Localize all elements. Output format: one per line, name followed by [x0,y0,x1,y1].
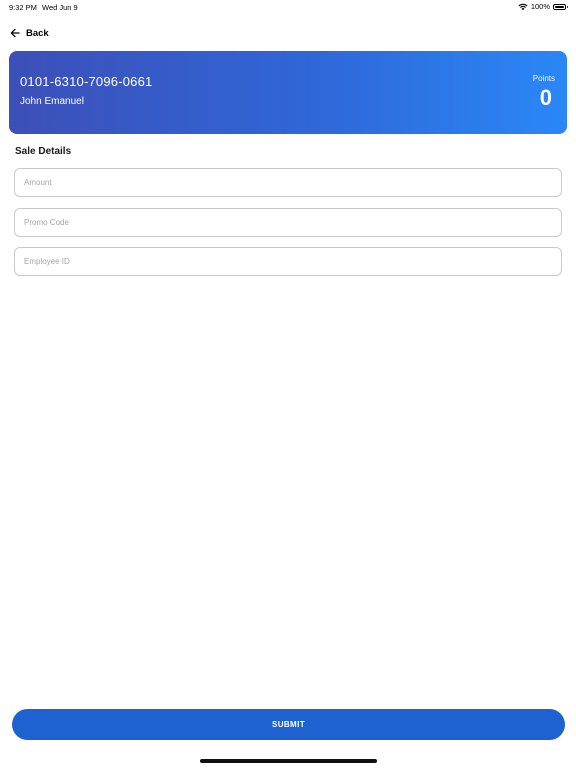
battery-level [555,5,564,8]
status-bar: 9:32 PM Wed Jun 9 100% [0,0,576,14]
loyalty-card: 0101-6310-7096-0661 John Emanuel Points … [9,51,567,134]
back-label: Back [26,27,49,39]
status-date: Wed Jun 9 [42,3,78,12]
status-indicators: 100% [518,2,568,11]
points-label: Points [532,74,555,83]
arrow-left-icon [10,28,20,38]
section-title: Sale Details [15,146,72,157]
card-holder-name: John Emanuel [20,96,84,107]
battery-percent: 100% [530,2,550,11]
submit-button[interactable]: SUBMIT [12,709,565,740]
status-time: 9:32 PM [9,3,37,12]
battery-icon [553,3,568,10]
amount-input[interactable] [14,168,562,197]
employee-id-input[interactable] [14,247,562,276]
points-value: 0 [539,85,552,110]
wifi-icon [518,3,528,10]
home-indicator [200,759,377,763]
sale-screen: 9:32 PM Wed Jun 9 100% Back 0101-6310-70… [0,0,576,768]
promo-code-input[interactable] [14,208,562,237]
back-button[interactable]: Back [10,25,49,41]
card-number: 0101-6310-7096-0661 [20,74,153,89]
